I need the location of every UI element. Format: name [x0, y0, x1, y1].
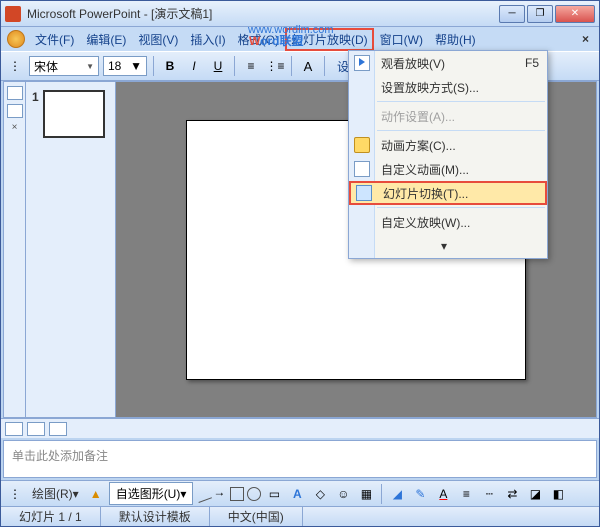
font-size-combo[interactable]: 18▼ [103, 56, 147, 76]
slideshow-view-button[interactable] [49, 422, 67, 436]
dash-style-icon[interactable]: ┄ [479, 484, 499, 504]
status-language: 中文(中国) [210, 507, 303, 526]
underline-button[interactable]: U [208, 56, 228, 76]
bold-button[interactable]: B [160, 56, 180, 76]
textbox-icon[interactable]: ▭ [264, 484, 284, 504]
slideshow-menu-dropdown: 观看放映(V) F5 设置放映方式(S)... 动作设置(A)... 动画方案(… [348, 50, 548, 259]
menu-window[interactable]: 窗口(W) [374, 28, 429, 51]
statusbar: 幻灯片 1 / 1 默认设计模板 中文(中国) [1, 506, 599, 526]
shadow-icon[interactable]: ◪ [525, 484, 545, 504]
menu-item-setup-show[interactable]: 设置放映方式(S)... [349, 75, 547, 99]
fill-color-icon[interactable]: ◢ [387, 484, 407, 504]
toolbar-handle-icon[interactable]: ⋮ [5, 56, 25, 76]
maximize-button[interactable]: ❐ [527, 5, 553, 23]
titlebar: Microsoft PowerPoint - [演示文稿1] ─ ❐ ✕ [1, 1, 599, 27]
menu-item-animation-schemes[interactable]: 动画方案(C)... [349, 133, 547, 157]
chevron-down-icon: ▾ [441, 239, 447, 253]
align-left-icon[interactable]: ≡ [241, 56, 261, 76]
notes-pane[interactable]: 单击此处添加备注 [3, 440, 597, 478]
pane-close-icon[interactable]: × [12, 122, 18, 133]
diagram-icon[interactable]: ◇ [310, 484, 330, 504]
font-family-combo[interactable]: 宋体▼ [29, 56, 99, 76]
app-icon [5, 6, 21, 22]
menubar: 文件(F) 编辑(E) 视图(V) 插入(I) 格式(O) 幻灯片放映(D) 窗… [1, 27, 599, 51]
arrow-style-icon[interactable]: ⇄ [502, 484, 522, 504]
slides-tab-icon[interactable] [7, 104, 23, 118]
pane-tabs: × [4, 82, 26, 417]
thumbnail-number: 1 [32, 90, 39, 104]
italic-button[interactable]: I [184, 56, 204, 76]
office-button[interactable] [7, 30, 25, 48]
3d-icon[interactable]: ◧ [548, 484, 568, 504]
window-title: Microsoft PowerPoint - [演示文稿1] [27, 5, 499, 22]
drawing-toolbar: ⋮ 绘图(R)▾ ▲ 自选图形(U)▾ ▭ A ◇ ☺ ▦ ◢ ✎ A ≡ ┄ … [1, 480, 599, 506]
arrow-shape-icon[interactable] [213, 487, 227, 501]
doc-close-button[interactable]: × [574, 32, 597, 46]
select-arrow-icon[interactable]: ▲ [86, 484, 106, 504]
menu-item-custom-animation[interactable]: 自定义动画(M)... [349, 157, 547, 181]
menu-item-custom-show[interactable]: 自定义放映(W)... [349, 210, 547, 234]
animation-icon [354, 161, 370, 177]
play-icon [354, 55, 370, 71]
menu-edit[interactable]: 编辑(E) [80, 28, 132, 51]
rectangle-shape-icon[interactable] [230, 487, 244, 501]
shortcut-label: F5 [525, 56, 539, 70]
status-template: 默认设计模板 [101, 507, 210, 526]
sorter-view-button[interactable] [27, 422, 45, 436]
view-buttons-bar [1, 418, 599, 438]
thumbnail-item[interactable]: 1 [32, 90, 109, 138]
app-window: Microsoft PowerPoint - [演示文稿1] ─ ❐ ✕ 文件(… [0, 0, 600, 527]
status-slide-number: 幻灯片 1 / 1 [1, 507, 101, 526]
bullets-icon[interactable]: ⋮≡ [265, 56, 285, 76]
clipart-icon[interactable]: ☺ [333, 484, 353, 504]
star-icon [354, 137, 370, 153]
thumbnail-preview[interactable] [43, 90, 105, 138]
normal-view-button[interactable] [5, 422, 23, 436]
menu-item-action-settings: 动作设置(A)... [349, 104, 547, 128]
line-shape-icon[interactable] [194, 485, 212, 503]
menu-file[interactable]: 文件(F) [29, 28, 80, 51]
picture-icon[interactable]: ▦ [356, 484, 376, 504]
menu-item-slide-transition[interactable]: 幻灯片切换(T)... [349, 181, 547, 205]
menu-help[interactable]: 帮助(H) [429, 28, 482, 51]
menu-view[interactable]: 视图(V) [132, 28, 184, 51]
line-weight-icon[interactable]: ≡ [456, 484, 476, 504]
oval-shape-icon[interactable] [247, 487, 261, 501]
toolbar-handle-icon[interactable]: ⋮ [5, 484, 25, 504]
wordart-icon[interactable]: A [287, 484, 307, 504]
thumbnail-pane: 1 [26, 82, 116, 417]
menu-slideshow[interactable]: 幻灯片放映(D) [285, 28, 374, 51]
close-button[interactable]: ✕ [555, 5, 595, 23]
minimize-button[interactable]: ─ [499, 5, 525, 23]
transition-icon [356, 185, 372, 201]
menu-insert[interactable]: 插入(I) [184, 28, 231, 51]
menu-item-view-show[interactable]: 观看放映(V) F5 [349, 51, 547, 75]
outline-tab-icon[interactable] [7, 86, 23, 100]
line-color-icon[interactable]: ✎ [410, 484, 430, 504]
font-color-icon[interactable]: A [433, 484, 453, 504]
draw-menu-button[interactable]: 绘图(R)▾ [28, 485, 83, 502]
menu-expand[interactable]: ▾ [349, 234, 547, 258]
increase-font-icon[interactable]: A [298, 56, 318, 76]
autoshapes-button[interactable]: 自选图形(U)▾ [109, 482, 194, 505]
menu-format[interactable]: 格式(O) [232, 28, 285, 51]
